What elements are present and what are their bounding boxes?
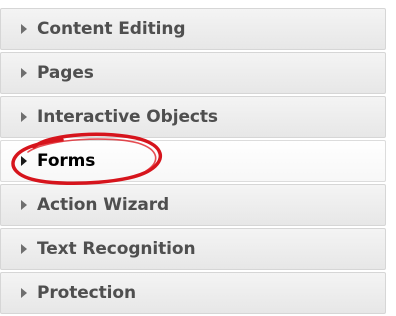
- panel-item-label: Pages: [37, 63, 94, 83]
- panel-item-label: Action Wizard: [37, 195, 170, 215]
- expand-arrow-icon: [21, 244, 27, 254]
- panel-item-forms[interactable]: Forms: [0, 140, 386, 182]
- panel-item-content-editing[interactable]: Content Editing: [0, 8, 386, 50]
- panel-item-pages[interactable]: Pages: [0, 52, 386, 94]
- expand-arrow-icon: [21, 156, 27, 166]
- panel-item-action-wizard[interactable]: Action Wizard: [0, 184, 386, 226]
- expand-arrow-icon: [21, 24, 27, 34]
- panel-item-interactive-objects[interactable]: Interactive Objects: [0, 96, 386, 138]
- panel-item-label: Forms: [37, 151, 96, 171]
- panel-item-protection[interactable]: Protection: [0, 272, 386, 314]
- expand-arrow-icon: [21, 200, 27, 210]
- panel-item-label: Protection: [37, 283, 136, 303]
- tools-panel: Content Editing Pages Interactive Object…: [0, 0, 396, 316]
- panel-item-label: Content Editing: [37, 19, 186, 39]
- expand-arrow-icon: [21, 288, 27, 298]
- expand-arrow-icon: [21, 68, 27, 78]
- panel-item-label: Interactive Objects: [37, 107, 218, 127]
- panel-item-label: Text Recognition: [37, 239, 196, 259]
- panel-item-text-recognition[interactable]: Text Recognition: [0, 228, 386, 270]
- expand-arrow-icon: [21, 112, 27, 122]
